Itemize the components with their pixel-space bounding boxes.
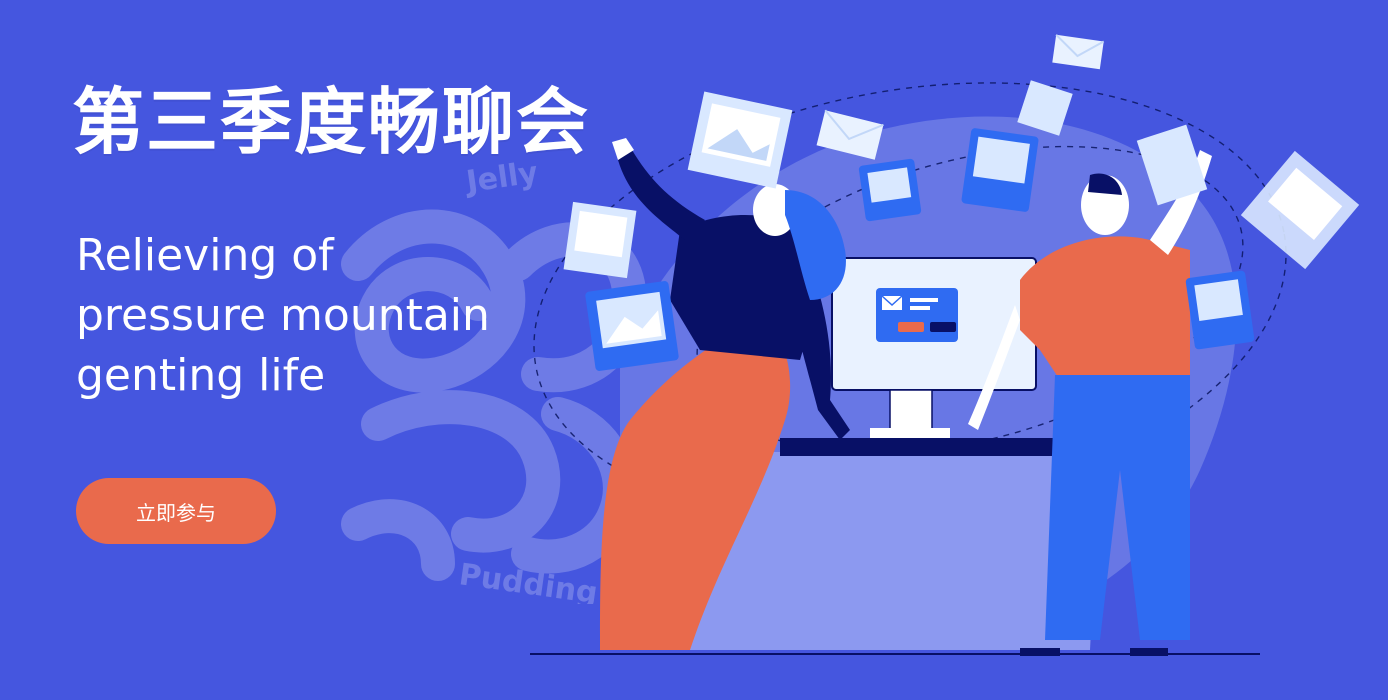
illustration (500, 0, 1388, 700)
subtitle-line-2: pressure mountain (76, 290, 490, 341)
people-with-monitor-illustration (530, 34, 1360, 656)
mail-icon (881, 295, 903, 310)
subtitle: Relieving of pressure mountain genting l… (76, 226, 490, 406)
close-icon (898, 322, 924, 332)
subtitle-line-1: Relieving of (76, 230, 334, 281)
desk-top (780, 438, 1080, 456)
subtitle-line-3: genting life (76, 350, 326, 401)
check-icon (930, 322, 956, 332)
banner: Jelly Pudding 第三季度畅聊会 Relieving of press… (0, 0, 1388, 700)
join-button[interactable]: 立即参与 (76, 478, 276, 544)
